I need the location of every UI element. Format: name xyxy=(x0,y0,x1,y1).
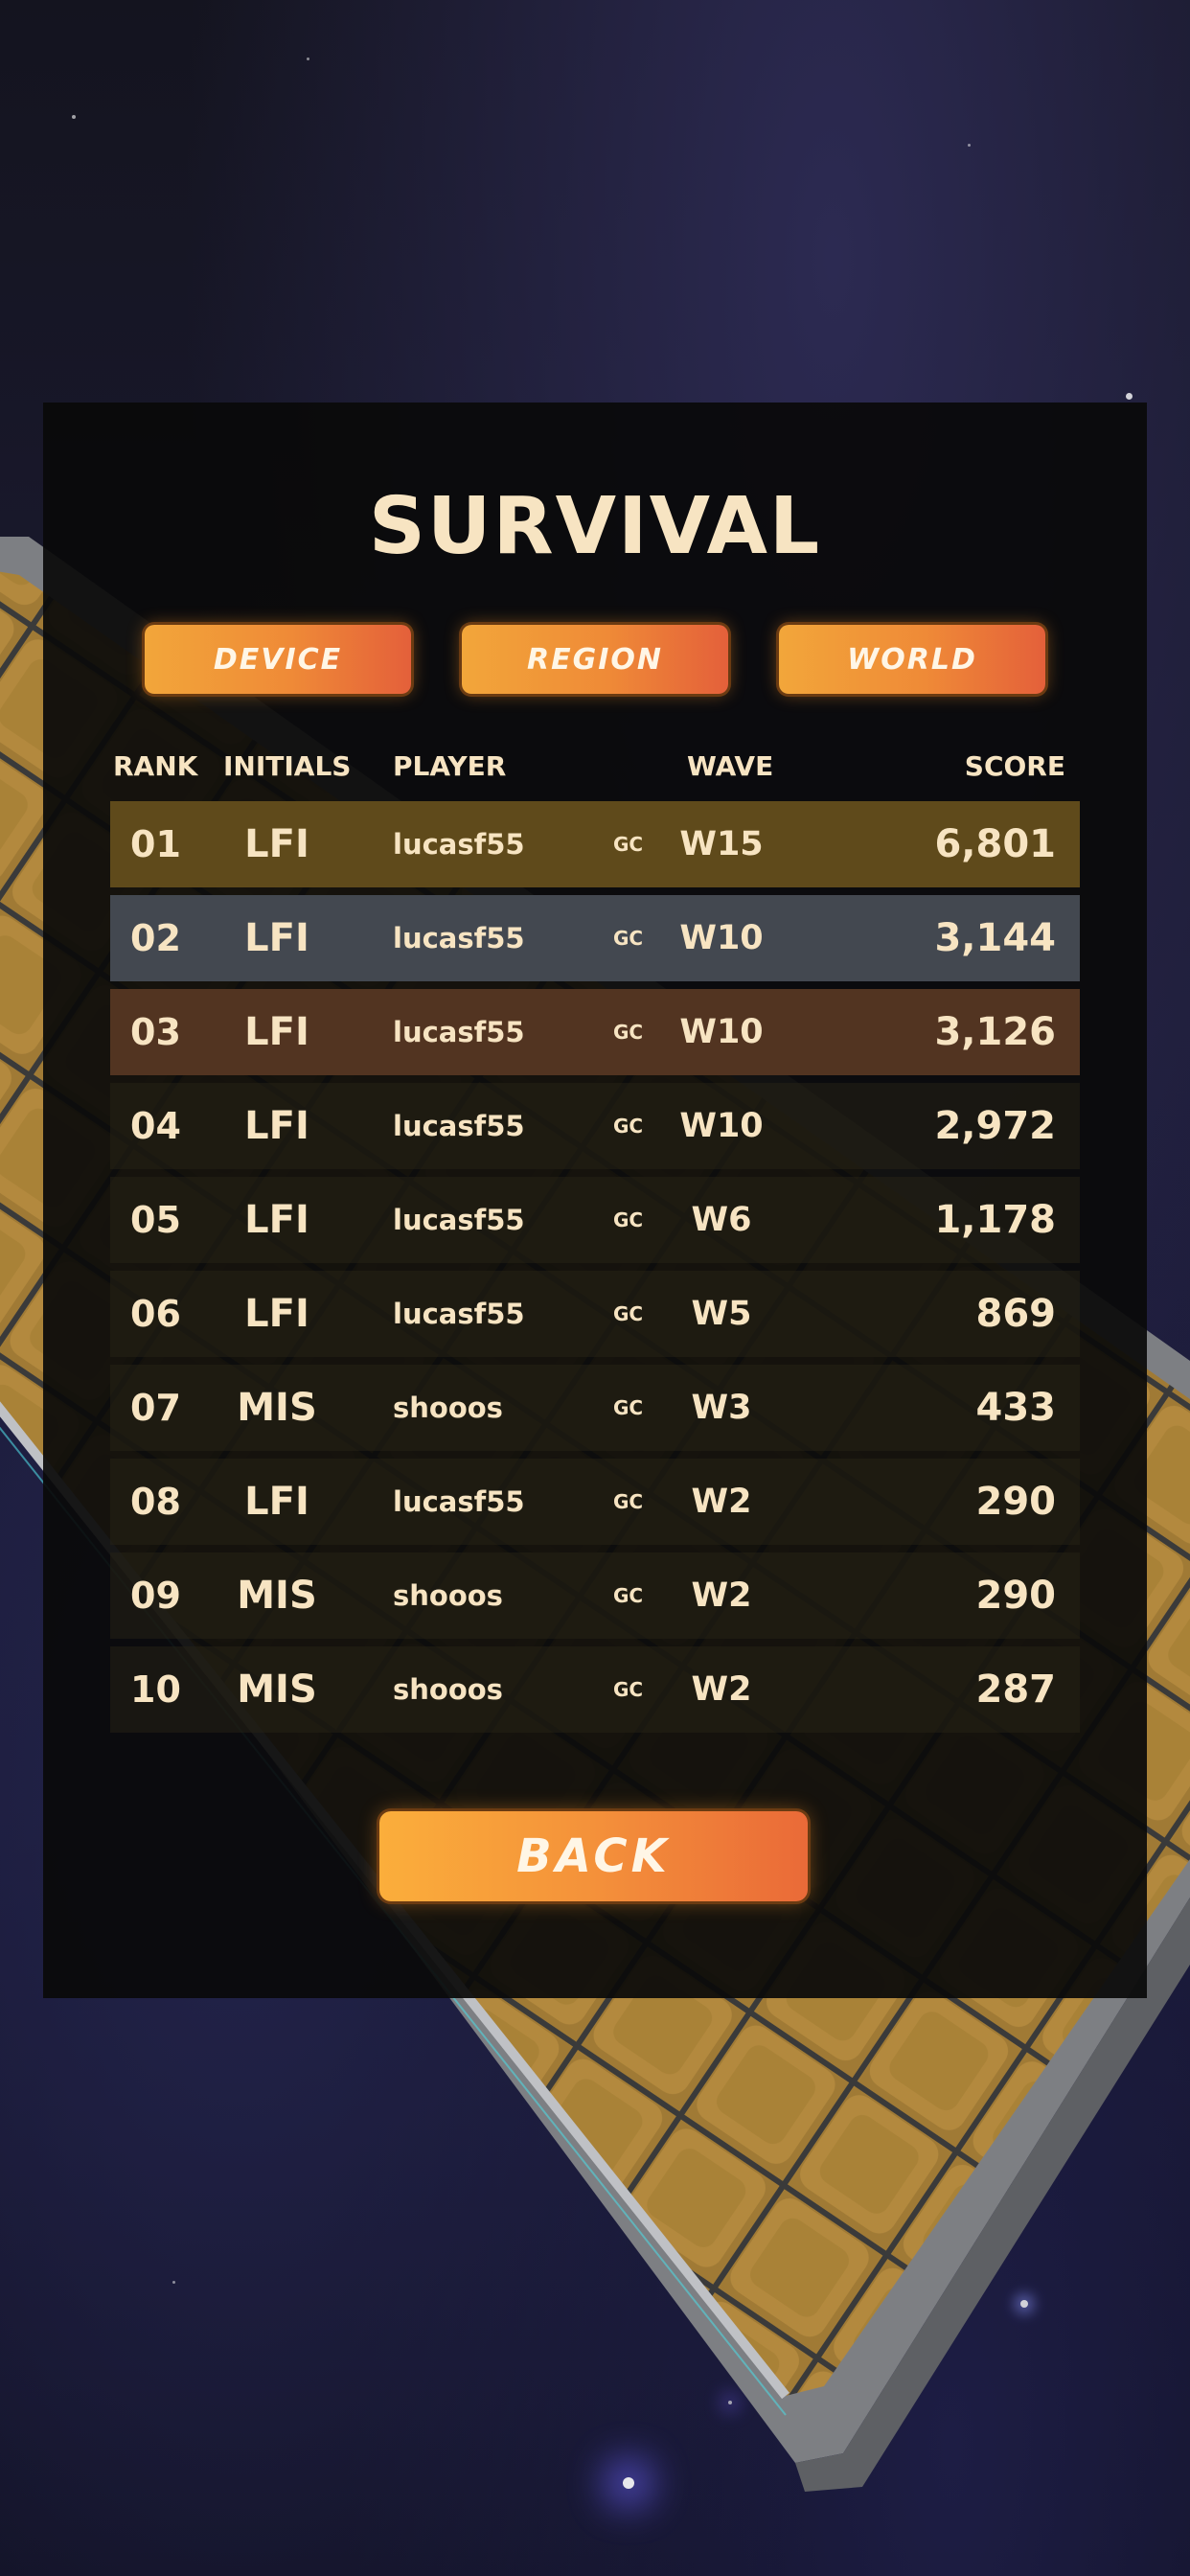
game-center-badge: GC xyxy=(613,1302,644,1325)
game-center-badge: GC xyxy=(613,927,644,950)
score-cell: 1,178 xyxy=(934,1198,1056,1242)
tab-device[interactable]: DEVICE xyxy=(145,625,411,694)
rank-cell: 06 xyxy=(130,1293,181,1335)
table-row: 06 LFI lucasf55 GC W5 869 xyxy=(110,1271,1080,1357)
player-cell: lucasf55 xyxy=(393,1204,525,1236)
player-cell: shooos xyxy=(393,1673,503,1706)
initials-cell: LFI xyxy=(244,1292,309,1336)
score-cell: 287 xyxy=(975,1668,1057,1712)
player-cell: lucasf55 xyxy=(393,1298,525,1330)
rank-cell: 07 xyxy=(130,1387,181,1429)
initials-cell: MIS xyxy=(237,1668,317,1712)
score-cell: 6,801 xyxy=(934,822,1056,866)
score-cell: 290 xyxy=(975,1574,1057,1618)
game-center-badge: GC xyxy=(613,1208,644,1231)
table-row: 07 MIS shooos GC W3 433 xyxy=(110,1365,1080,1451)
rank-cell: 09 xyxy=(130,1575,181,1617)
wave-cell: W2 xyxy=(691,1576,752,1615)
column-header-wave: WAVE xyxy=(687,750,774,782)
rank-cell: 10 xyxy=(130,1668,181,1711)
initials-cell: LFI xyxy=(244,916,309,960)
rank-cell: 02 xyxy=(130,917,181,959)
initials-cell: LFI xyxy=(244,822,309,866)
rank-cell: 08 xyxy=(130,1481,181,1523)
initials-cell: MIS xyxy=(237,1386,317,1430)
table-row: 09 MIS shooos GC W2 290 xyxy=(110,1552,1080,1639)
score-cell: 3,144 xyxy=(934,916,1056,960)
game-center-badge: GC xyxy=(613,1584,644,1607)
wave-cell: W5 xyxy=(691,1295,752,1333)
player-cell: lucasf55 xyxy=(393,1016,525,1048)
game-center-badge: GC xyxy=(613,833,644,856)
wave-cell: W10 xyxy=(679,1013,764,1051)
tab-world[interactable]: WORLD xyxy=(779,625,1045,694)
score-cell: 3,126 xyxy=(934,1010,1056,1054)
column-header-initials: INITIALS xyxy=(223,750,352,782)
table-row: 08 LFI lucasf55 GC W2 290 xyxy=(110,1459,1080,1545)
table-row: 04 LFI lucasf55 GC W10 2,972 xyxy=(110,1083,1080,1169)
leaderboard-panel: SURVIVAL DEVICE REGION WORLD RANK INITIA… xyxy=(43,402,1147,1998)
page-title: SURVIVAL xyxy=(368,481,822,572)
wave-cell: W15 xyxy=(679,825,764,863)
score-cell: 869 xyxy=(975,1292,1057,1336)
initials-cell: LFI xyxy=(244,1010,309,1054)
score-cell: 2,972 xyxy=(934,1104,1056,1148)
initials-cell: LFI xyxy=(244,1198,309,1242)
table-row: 10 MIS shooos GC W2 287 xyxy=(110,1646,1080,1733)
player-cell: shooos xyxy=(393,1392,503,1424)
rank-cell: 03 xyxy=(130,1011,181,1053)
wave-cell: W10 xyxy=(679,1107,764,1145)
tab-region[interactable]: REGION xyxy=(462,625,728,694)
rank-cell: 05 xyxy=(130,1199,181,1241)
wave-cell: W10 xyxy=(679,919,764,957)
table-row: 05 LFI lucasf55 GC W6 1,178 xyxy=(110,1177,1080,1263)
column-header-rank: RANK xyxy=(113,750,198,782)
column-header-player: PLAYER xyxy=(393,750,507,782)
game-center-badge: GC xyxy=(613,1396,644,1419)
wave-cell: W2 xyxy=(691,1670,752,1709)
score-cell: 433 xyxy=(975,1386,1057,1430)
column-header-score: SCORE xyxy=(964,750,1065,782)
initials-cell: LFI xyxy=(244,1480,309,1524)
rank-cell: 04 xyxy=(130,1105,181,1147)
wave-cell: W3 xyxy=(691,1389,752,1427)
player-cell: lucasf55 xyxy=(393,922,525,954)
table-row: 01 LFI lucasf55 GC W15 6,801 xyxy=(110,801,1080,887)
rank-cell: 01 xyxy=(130,823,181,865)
table-row: 03 LFI lucasf55 GC W10 3,126 xyxy=(110,989,1080,1075)
wave-cell: W2 xyxy=(691,1483,752,1521)
player-cell: lucasf55 xyxy=(393,1110,525,1142)
table-row: 02 LFI lucasf55 GC W10 3,144 xyxy=(110,895,1080,981)
game-center-badge: GC xyxy=(613,1115,644,1138)
initials-cell: LFI xyxy=(244,1104,309,1148)
game-center-badge: GC xyxy=(613,1490,644,1513)
leaderboard-table: 01 LFI lucasf55 GC W15 6,801 02 LFI luca… xyxy=(110,801,1080,1740)
back-button[interactable]: BACK xyxy=(379,1811,808,1901)
player-cell: lucasf55 xyxy=(393,828,525,861)
initials-cell: MIS xyxy=(237,1574,317,1618)
wave-cell: W6 xyxy=(691,1201,752,1239)
player-cell: lucasf55 xyxy=(393,1485,525,1518)
player-cell: shooos xyxy=(393,1579,503,1612)
score-cell: 290 xyxy=(975,1480,1057,1524)
game-center-badge: GC xyxy=(613,1021,644,1044)
game-center-badge: GC xyxy=(613,1678,644,1701)
